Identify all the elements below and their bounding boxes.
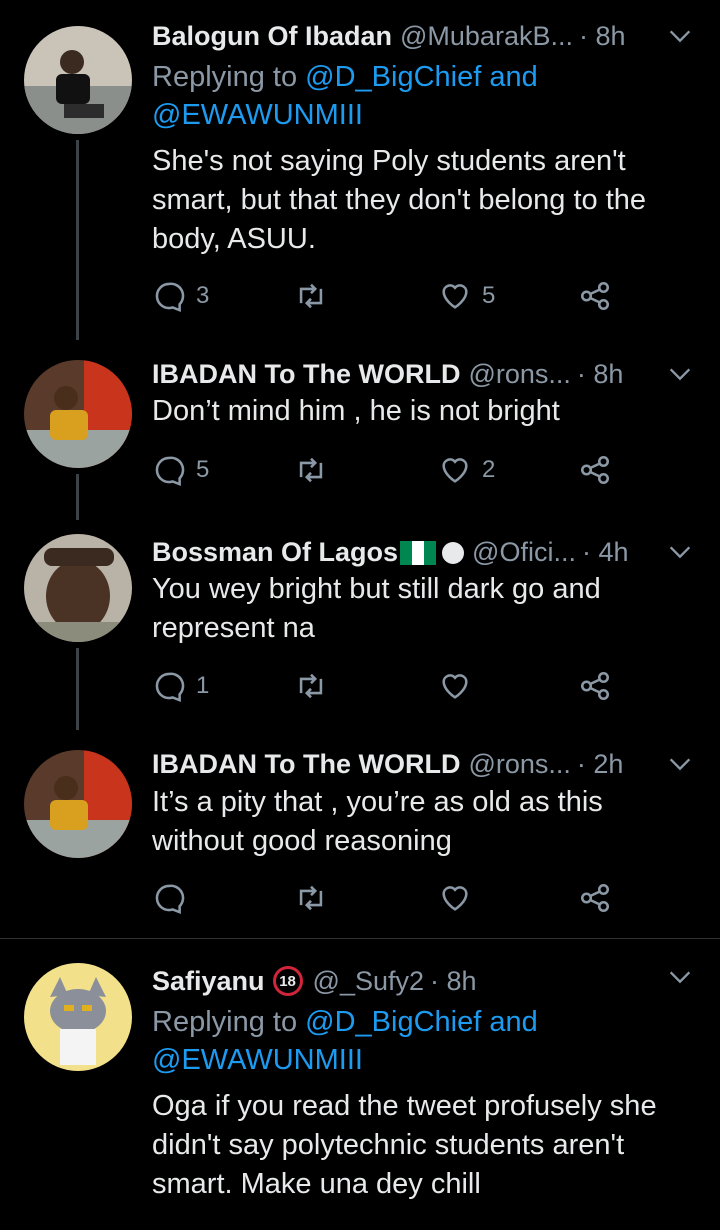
reply-button[interactable]: 3 [152,276,209,316]
nigeria-flag-icon [400,541,437,566]
like-button[interactable]: 2 [438,450,495,490]
tweet-header: Bossman Of Lagos @Ofici... · 4h [152,532,660,572]
display-name[interactable]: IBADAN To The WORLD [152,749,460,780]
badge-icon [442,542,465,565]
heart-icon [442,458,468,483]
retweet-icon [299,457,323,483]
reply-button[interactable]: 1 [152,666,209,706]
reply-icon [155,884,185,915]
reply-button[interactable]: 5 [152,450,209,490]
chevron-down-icon[interactable] [666,22,694,50]
tweet-4[interactable]: IBADAN To The WORLD @rons... · 2h It’s a… [0,730,720,938]
timestamp[interactable]: · 8h [577,359,624,390]
age-restricted-icon: 18 [272,966,303,996]
avatar[interactable] [24,963,132,1071]
tweet-text: Don’t mind him , he is not bright [152,395,560,427]
like-count: 2 [482,456,496,483]
chevron-down-icon[interactable] [666,750,694,778]
like-button[interactable] [438,878,472,918]
retweet-icon [299,885,323,911]
tweet-text: Oga if you read the tweet profusely she … [152,1090,657,1200]
tweet-header: IBADAN To The WORLD @rons... · 8h [152,354,660,394]
action-bar: 1 [152,666,632,706]
timestamp[interactable]: · 2h [577,749,624,780]
thread-line [76,648,79,730]
avatar[interactable] [24,534,132,642]
retweet-button[interactable] [294,450,328,490]
share-button[interactable] [578,450,612,490]
thread-line [76,474,79,520]
retweet-icon [299,283,323,309]
tweet-3[interactable]: Bossman Of Lagos @Ofici... · 4h You wey … [0,520,720,730]
tweet-header: IBADAN To The WORLD @rons... · 2h [152,744,660,784]
tweet-text: It’s a pity that , you’re as old as this… [152,786,603,857]
reply-icon [155,282,185,313]
user-handle[interactable]: @rons... [468,359,570,390]
tweet-text: She's not saying Poly students aren't sm… [152,145,647,255]
chevron-down-icon[interactable] [666,360,694,388]
display-name[interactable]: Balogun Of Ibadan [152,21,392,52]
user-handle[interactable]: @MubarakB... [400,21,573,52]
tweet-2[interactable]: IBADAN To The WORLD @rons... · 8h Don’t … [0,340,720,520]
display-name[interactable]: Safiyanu [152,966,265,997]
timestamp[interactable]: · 8h [579,21,626,52]
share-button[interactable] [578,666,612,706]
reply-icon [155,672,185,703]
retweet-icon [299,673,323,699]
action-bar [152,878,632,918]
mention-link[interactable]: @EWAWUNMIII [152,99,363,131]
share-icon [580,671,610,701]
user-handle[interactable]: @rons... [468,749,570,780]
action-bar: 3 5 [152,276,632,316]
timestamp[interactable]: · 8h [430,966,477,997]
avatar[interactable] [24,26,132,134]
replying-to: Replying to @D_BigChief and @EWAWUNMIII [152,1006,538,1076]
chevron-down-icon[interactable] [666,538,694,566]
reply-count: 5 [196,456,210,483]
tweet-header: Safiyanu 18 @_Sufy2 · 8h [152,961,660,1001]
user-handle[interactable]: @_Sufy2 [313,966,424,997]
retweet-button[interactable] [294,878,328,918]
like-count: 5 [482,282,496,309]
share-icon [580,281,610,311]
timestamp[interactable]: · 4h [582,537,629,568]
tweet-1[interactable]: Balogun Of Ibadan @MubarakB... · 8h Repl… [0,0,720,340]
retweet-button[interactable] [294,276,328,316]
display-name[interactable]: Bossman Of Lagos [152,537,465,568]
share-icon [580,455,610,485]
reply-button[interactable] [152,878,186,918]
share-button[interactable] [578,878,612,918]
share-button[interactable] [578,276,612,316]
share-icon [580,883,610,913]
chevron-down-icon[interactable] [666,963,694,991]
heart-icon [442,284,468,309]
reply-icon [155,456,185,487]
reply-count: 3 [196,282,210,309]
like-button[interactable]: 5 [438,276,495,316]
heart-icon [442,674,468,699]
retweet-button[interactable] [294,666,328,706]
mention-link[interactable]: @D_BigChief and [305,61,538,93]
avatar[interactable] [24,360,132,468]
user-handle[interactable]: @Ofici... [472,537,576,568]
tweet-text: You wey bright but still dark go and rep… [152,573,601,644]
avatar[interactable] [24,750,132,858]
heart-icon [442,886,468,911]
action-bar: 5 2 [152,450,632,490]
replying-to: Replying to @D_BigChief and @EWAWUNMIII [152,61,538,131]
thread-line [76,140,79,340]
tweet-header: Balogun Of Ibadan @MubarakB... · 8h [152,16,660,56]
display-name[interactable]: IBADAN To The WORLD [152,359,460,390]
mention-link[interactable]: @EWAWUNMIII [152,1044,363,1076]
tweet-5[interactable]: Safiyanu 18 @_Sufy2 · 8h Replying to @D_… [0,939,720,1230]
like-button[interactable] [438,666,472,706]
reply-count: 1 [196,672,210,699]
mention-link[interactable]: @D_BigChief and [305,1006,538,1038]
